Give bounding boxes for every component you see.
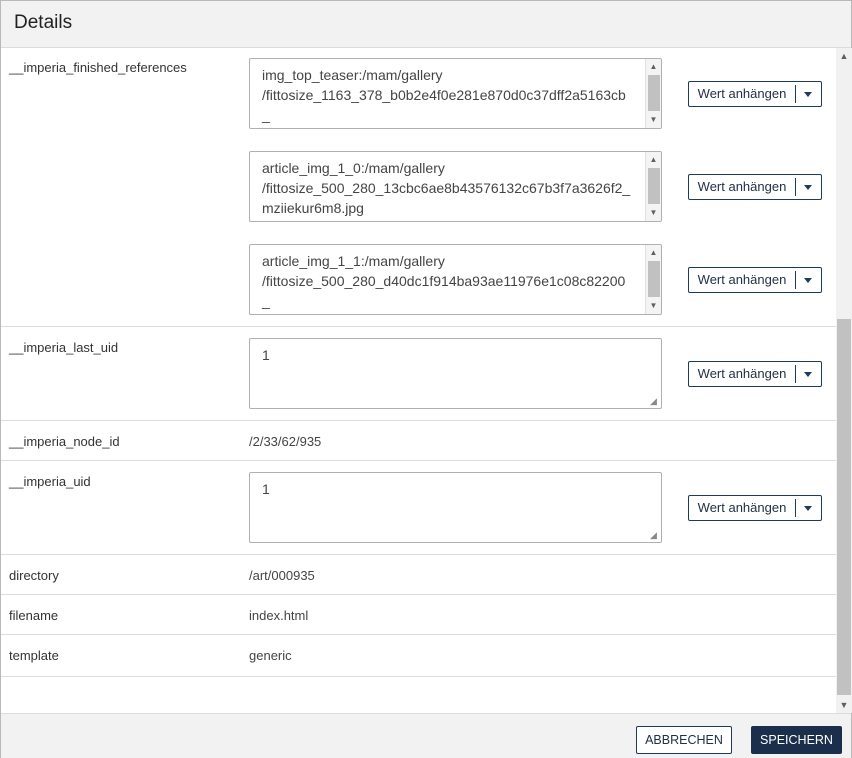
scrollbar-thumb[interactable] — [648, 168, 660, 204]
append-value-button[interactable]: Wert anhängen — [688, 81, 822, 107]
textarea-scrollbar[interactable]: ▲ ▼ — [645, 245, 661, 314]
append-value-button[interactable]: Wert anhängen — [688, 495, 822, 521]
scrollbar-thumb[interactable] — [837, 319, 851, 695]
textarea-scrollbar[interactable]: ▲ ▼ — [645, 59, 661, 128]
scrollbar-thumb[interactable] — [648, 261, 660, 297]
field-label: filename — [9, 608, 59, 623]
append-value-label[interactable]: Wert anhängen — [689, 268, 795, 292]
field-value: /2/33/62/935 — [249, 434, 322, 449]
field-value: /art/000935 — [249, 568, 315, 583]
field-row-filename: filename index.html — [1, 595, 837, 635]
scroll-up-icon[interactable]: ▲ — [646, 153, 661, 167]
dialog-header: Details — [1, 1, 851, 48]
cancel-button[interactable]: ABBRECHEN — [636, 726, 732, 754]
details-dialog: Details __imperia_finished_references im… — [0, 0, 852, 758]
dropdown-caret-icon[interactable] — [796, 82, 821, 106]
field-label: __imperia_node_id — [9, 434, 120, 449]
textarea-value: article_img_1_0:/mam/gallery /fittosize_… — [262, 160, 631, 216]
scroll-down-icon[interactable]: ▼ — [836, 698, 852, 712]
append-value-button[interactable]: Wert anhängen — [688, 267, 822, 293]
field-row-template: template generic — [1, 635, 837, 677]
uid-textarea[interactable]: 1 ◢ — [249, 472, 662, 543]
finished-references-textarea-3[interactable]: article_img_1_1:/mam/gallery /fittosize_… — [249, 244, 662, 315]
scroll-down-icon[interactable]: ▼ — [646, 113, 661, 127]
field-row-finished-references: __imperia_finished_references img_top_te… — [1, 48, 837, 327]
scroll-down-icon[interactable]: ▼ — [646, 206, 661, 220]
field-label: __imperia_finished_references — [9, 60, 187, 75]
append-value-label[interactable]: Wert anhängen — [689, 175, 795, 199]
resize-grip-icon[interactable]: ◢ — [650, 531, 659, 540]
content-scrollbar[interactable]: ▲ ▼ — [836, 48, 852, 713]
textarea-value: 1 — [262, 347, 270, 363]
append-value-button[interactable]: Wert anhängen — [688, 174, 822, 200]
field-label: directory — [9, 568, 59, 583]
finished-references-textarea-1[interactable]: img_top_teaser:/mam/gallery /fittosize_1… — [249, 58, 662, 129]
field-row-directory: directory /art/000935 — [1, 555, 837, 595]
scroll-down-icon[interactable]: ▼ — [646, 299, 661, 313]
resize-grip-icon[interactable]: ◢ — [650, 397, 659, 406]
append-value-label[interactable]: Wert anhängen — [689, 362, 795, 386]
textarea-value: img_top_teaser:/mam/gallery /fittosize_1… — [262, 67, 626, 128]
append-value-label[interactable]: Wert anhängen — [689, 82, 795, 106]
last-uid-textarea[interactable]: 1 ◢ — [249, 338, 662, 409]
save-button[interactable]: SPEICHERN — [751, 726, 842, 754]
field-row-uid: __imperia_uid 1 ◢ Wert anhängen — [1, 461, 837, 555]
append-value-button[interactable]: Wert anhängen — [688, 361, 822, 387]
append-value-label[interactable]: Wert anhängen — [689, 496, 795, 520]
dialog-title: Details — [14, 12, 73, 33]
finished-references-textarea-2[interactable]: article_img_1_0:/mam/gallery /fittosize_… — [249, 151, 662, 222]
scroll-up-icon[interactable]: ▲ — [646, 60, 661, 74]
textarea-scrollbar[interactable]: ▲ ▼ — [645, 152, 661, 221]
field-row-last-uid: __imperia_last_uid 1 ◢ Wert anhängen — [1, 327, 837, 421]
field-label: template — [9, 648, 59, 663]
scroll-up-icon[interactable]: ▲ — [836, 49, 852, 63]
field-label: __imperia_uid — [9, 474, 91, 489]
dropdown-caret-icon[interactable] — [796, 175, 821, 199]
details-content: __imperia_finished_references img_top_te… — [1, 48, 837, 713]
textarea-value: article_img_1_1:/mam/gallery /fittosize_… — [262, 253, 626, 314]
dropdown-caret-icon[interactable] — [796, 496, 821, 520]
field-row-node-id: __imperia_node_id /2/33/62/935 — [1, 421, 837, 461]
scrollbar-thumb[interactable] — [648, 75, 660, 111]
dialog-footer: ABBRECHEN SPEICHERN — [1, 713, 851, 758]
scroll-up-icon[interactable]: ▲ — [646, 246, 661, 260]
field-value: index.html — [249, 608, 309, 623]
field-value: generic — [249, 648, 292, 663]
dropdown-caret-icon[interactable] — [796, 362, 821, 386]
field-label: __imperia_last_uid — [9, 340, 119, 355]
textarea-value: 1 — [262, 481, 270, 497]
dropdown-caret-icon[interactable] — [796, 268, 821, 292]
